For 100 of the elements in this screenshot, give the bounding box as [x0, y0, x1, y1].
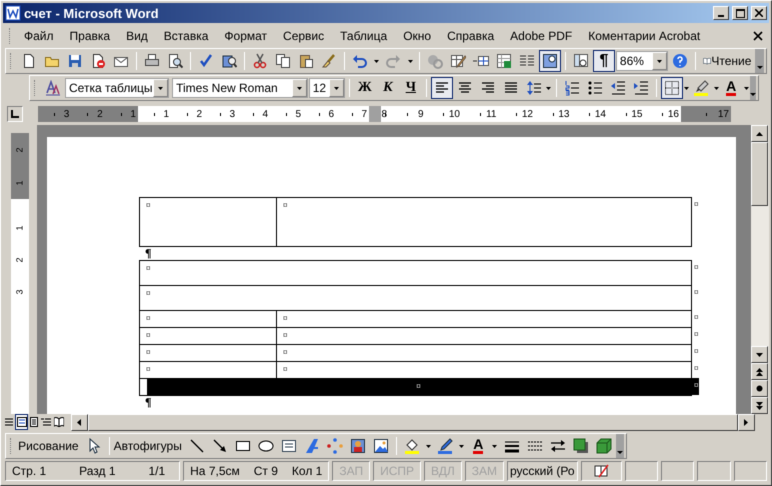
- page-magnifier-icon: [167, 53, 183, 69]
- table-cell[interactable]: ¤: [139, 378, 692, 396]
- menu-item[interactable]: Сервис: [275, 27, 332, 45]
- redo-arrow-icon: [385, 53, 402, 69]
- shapes-icon: [542, 53, 558, 69]
- double-down-arrow-icon: [756, 402, 763, 410]
- book-magnifier-icon: [221, 53, 237, 69]
- table-cell[interactable]: ¤: [139, 197, 277, 247]
- table-cell[interactable]: ¤: [139, 260, 692, 286]
- borders-icon: [664, 80, 680, 96]
- menu-item[interactable]: Adobe PDF: [502, 27, 580, 45]
- indent-marker[interactable]: [369, 106, 381, 122]
- table-cell[interactable]: ¤: [276, 197, 692, 247]
- document-map-icon: [572, 53, 589, 69]
- view-button[interactable]: [52, 414, 65, 430]
- scroll-thumb[interactable]: [751, 142, 768, 206]
- next-page-button[interactable]: [751, 397, 768, 414]
- drawing-menu-button[interactable]: Рисование: [18, 435, 82, 457]
- status-text: Ст 9: [254, 464, 278, 478]
- caret-icon: [684, 86, 690, 90]
- window-title: счет - Microsoft Word: [24, 6, 160, 20]
- toolbar-button[interactable]: [430, 77, 453, 99]
- circle-icon: [756, 385, 763, 392]
- increase-indent-icon: [632, 80, 649, 96]
- menu-item[interactable]: Формат: [216, 27, 276, 45]
- previous-page-button[interactable]: [751, 363, 768, 380]
- end-of-row-mark: ¤: [693, 198, 698, 209]
- reading-button[interactable]: Чтение: [700, 50, 754, 72]
- browse-object-button[interactable]: [751, 380, 768, 397]
- decrease-indent-icon: [610, 80, 626, 96]
- toolbar-button[interactable]: [660, 77, 683, 99]
- menu-item[interactable]: Правка: [62, 27, 118, 45]
- minimize-button[interactable]: [713, 6, 729, 20]
- status-panel: [697, 461, 731, 481]
- toolbar-options-button[interactable]: [755, 49, 764, 73]
- menu-item[interactable]: Вставка: [156, 27, 216, 45]
- caret-icon: [744, 86, 749, 90]
- menu-item[interactable]: Вид: [118, 27, 156, 45]
- paragraph-mark: ¶: [144, 396, 152, 409]
- landscape-picture-icon: [372, 438, 389, 454]
- scroll-thumb[interactable]: [88, 414, 738, 431]
- circle-dots-icon: [326, 438, 343, 454]
- caret-icon: [296, 86, 302, 90]
- font-size-field[interactable]: 12: [308, 78, 345, 98]
- tab-selector[interactable]: [7, 106, 23, 122]
- menu-item[interactable]: Справка: [439, 27, 502, 45]
- end-of-row-mark: ¤: [693, 362, 698, 373]
- toolbar-button[interactable]: [538, 50, 561, 72]
- scroll-button[interactable]: [738, 414, 755, 431]
- ruler-number: 2: [15, 258, 25, 262]
- scroll-button[interactable]: [751, 346, 768, 363]
- menu-item[interactable]: Файл: [16, 27, 62, 45]
- menu-item[interactable]: Таблица: [332, 27, 396, 45]
- caret-icon: [714, 86, 719, 90]
- left-arrow-icon: [77, 419, 82, 426]
- status-text: Стр. 1: [12, 464, 46, 478]
- scroll-button[interactable]: [70, 414, 88, 431]
- scissors-icon: [252, 53, 268, 69]
- caret-icon: [546, 86, 552, 90]
- double-up-arrow-icon: [756, 368, 763, 376]
- caret-icon: [459, 444, 464, 448]
- menu-item[interactable]: Коментарии Acrobat: [580, 27, 708, 45]
- paragraph-mark: ¶: [144, 247, 152, 260]
- menu-item[interactable]: Окно: [395, 27, 440, 45]
- status-text: Разд 1: [79, 464, 116, 478]
- ruler-number: 2: [15, 147, 25, 152]
- table-cell[interactable]: ¤: [139, 285, 692, 311]
- zoom-field[interactable]: 86%: [616, 51, 668, 71]
- bold-button[interactable]: Ж: [354, 77, 376, 99]
- ruler-number: 1: [15, 226, 25, 230]
- slanted-shape-icon: [304, 438, 320, 454]
- undo-arrow-icon: [352, 53, 368, 69]
- line-icon: [188, 438, 205, 454]
- chevron-icon: [750, 93, 756, 97]
- underline-button[interactable]: Ч: [400, 77, 422, 99]
- status-text: На 7,5см: [190, 464, 240, 478]
- scroll-button[interactable]: [751, 125, 768, 142]
- spellcheck-book-icon: [593, 463, 610, 479]
- word-document-icon: [5, 5, 21, 21]
- maximize-button[interactable]: [732, 6, 748, 20]
- view-button[interactable]: [15, 414, 28, 430]
- font-field[interactable]: Times New Roman: [172, 78, 308, 98]
- font-color-button[interactable]: A: [720, 77, 742, 99]
- paint-bucket-icon: [404, 438, 420, 454]
- autoshapes-menu-button[interactable]: Автофигуры: [114, 435, 185, 457]
- oval-icon: [258, 438, 274, 454]
- up-arrow-icon: [756, 132, 763, 136]
- formatting-marks-button[interactable]: ¶: [592, 50, 615, 72]
- style-field[interactable]: Сетка таблицы: [65, 78, 169, 98]
- language-indicator[interactable]: русский (Ро: [507, 461, 578, 481]
- font-color-button[interactable]: A: [467, 435, 490, 457]
- toolbar-options-button[interactable]: [616, 434, 624, 458]
- status-panel: [734, 461, 767, 481]
- toolbar-options-button[interactable]: [750, 76, 756, 100]
- close-button[interactable]: [751, 6, 767, 20]
- italic-button[interactable]: К: [376, 77, 399, 99]
- status-text: Кол 1: [292, 464, 322, 478]
- right-arrow-icon: [744, 419, 748, 426]
- view-button[interactable]: [28, 414, 40, 430]
- caret-icon: [408, 60, 413, 62]
